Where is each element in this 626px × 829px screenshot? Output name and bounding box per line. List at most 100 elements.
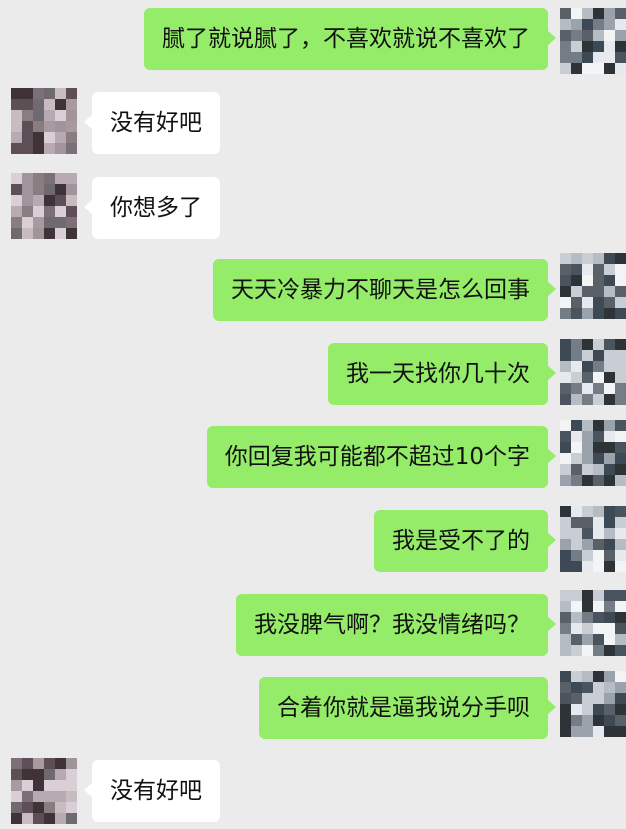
avatar-pixel xyxy=(11,802,22,813)
avatar-pixel xyxy=(560,361,571,372)
avatar-pixel xyxy=(593,350,604,361)
avatar-pixel xyxy=(571,275,582,286)
avatar-pixel xyxy=(615,420,626,431)
avatar-pixel xyxy=(571,453,582,464)
avatar-pixel xyxy=(604,308,615,319)
avatar-pixel xyxy=(33,121,44,132)
avatar-pixel xyxy=(571,297,582,308)
avatar-pixel xyxy=(571,682,582,693)
avatar-pixel xyxy=(593,623,604,634)
avatar-pixel xyxy=(615,550,626,561)
avatar-pixel xyxy=(55,173,66,184)
message-bubble-incoming[interactable]: 没有好吧 xyxy=(84,760,220,822)
message-bubble-incoming[interactable]: 没有好吧 xyxy=(84,92,220,154)
avatar-pixel xyxy=(604,253,615,264)
avatar-pixel xyxy=(66,813,77,824)
avatar-pixel xyxy=(604,442,615,453)
avatar-pixel xyxy=(33,143,44,154)
avatar-pixel xyxy=(22,802,33,813)
contact-avatar-icon[interactable] xyxy=(11,173,77,239)
avatar-pixel xyxy=(582,453,593,464)
avatar-pixel xyxy=(66,758,77,769)
message-bubble-outgoing[interactable]: 我是受不了的 xyxy=(374,510,556,572)
avatar-pixel xyxy=(615,590,626,601)
avatar-pixel xyxy=(604,464,615,475)
avatar-pixel xyxy=(582,601,593,612)
message-bubble-outgoing[interactable]: 我没脾气啊？我没情绪吗？ xyxy=(236,594,556,656)
avatar-pixel xyxy=(33,195,44,206)
my-avatar-icon[interactable] xyxy=(560,253,626,319)
avatar-pixel xyxy=(582,286,593,297)
message-bubble-incoming[interactable]: 你想多了 xyxy=(84,177,220,239)
avatar-pixel xyxy=(66,184,77,195)
avatar-pixel xyxy=(11,217,22,228)
avatar-pixel xyxy=(33,132,44,143)
avatar-pixel xyxy=(571,41,582,52)
avatar-pixel xyxy=(66,791,77,802)
avatar-pixel xyxy=(66,99,77,110)
avatar-pixel xyxy=(560,383,571,394)
avatar-pixel xyxy=(582,350,593,361)
my-avatar-icon[interactable] xyxy=(560,671,626,737)
avatar-pixel xyxy=(571,475,582,486)
avatar-pixel xyxy=(571,308,582,319)
avatar-pixel xyxy=(44,228,55,239)
avatar-pixel xyxy=(33,184,44,195)
avatar-pixel xyxy=(615,634,626,645)
avatar-pixel xyxy=(582,275,593,286)
contact-avatar-icon[interactable] xyxy=(11,758,77,824)
avatar-pixel xyxy=(11,99,22,110)
avatar-pixel xyxy=(571,671,582,682)
avatar-pixel xyxy=(44,758,55,769)
contact-avatar-icon[interactable] xyxy=(11,88,77,154)
message-bubble-outgoing[interactable]: 我一天找你几十次 xyxy=(328,343,556,405)
avatar-pixel xyxy=(604,372,615,383)
avatar-pixel xyxy=(33,791,44,802)
avatar-pixel xyxy=(560,264,571,275)
avatar-pixel xyxy=(22,791,33,802)
avatar-pixel xyxy=(571,704,582,715)
avatar-pixel xyxy=(604,645,615,656)
avatar-pixel xyxy=(11,110,22,121)
my-avatar-icon[interactable] xyxy=(560,8,626,74)
avatar-pixel xyxy=(593,383,604,394)
avatar-pixel xyxy=(582,464,593,475)
avatar-pixel xyxy=(615,63,626,74)
message-bubble-outgoing[interactable]: 腻了就说腻了，不喜欢就说不喜欢了 xyxy=(144,8,556,70)
avatar-pixel xyxy=(22,88,33,99)
avatar-pixel xyxy=(571,539,582,550)
avatar-pixel xyxy=(571,590,582,601)
avatar-pixel xyxy=(593,264,604,275)
avatar-pixel xyxy=(33,780,44,791)
avatar-pixel xyxy=(22,132,33,143)
avatar-pixel xyxy=(604,420,615,431)
avatar-pixel xyxy=(582,264,593,275)
avatar-pixel xyxy=(44,110,55,121)
avatar-pixel xyxy=(604,612,615,623)
avatar-pixel xyxy=(55,769,66,780)
avatar-pixel xyxy=(604,453,615,464)
avatar-pixel xyxy=(593,394,604,405)
avatar-pixel xyxy=(615,286,626,297)
avatar-pixel xyxy=(44,780,55,791)
message-bubble-outgoing[interactable]: 你回复我可能都不超过10个字 xyxy=(206,426,557,488)
avatar-pixel xyxy=(11,143,22,154)
avatar-pixel xyxy=(44,121,55,132)
avatar-pixel xyxy=(55,217,66,228)
my-avatar-icon[interactable] xyxy=(560,506,626,572)
avatar-pixel xyxy=(582,442,593,453)
my-avatar-icon[interactable] xyxy=(560,339,626,405)
message-bubble-outgoing[interactable]: 合着你就是逼我说分手呗 xyxy=(259,677,556,739)
message-bubble-outgoing[interactable]: 天天冷暴力不聊天是怎么回事 xyxy=(213,259,556,321)
my-avatar-icon[interactable] xyxy=(560,590,626,656)
avatar-pixel xyxy=(582,475,593,486)
avatar-pixel xyxy=(593,19,604,30)
avatar-pixel xyxy=(582,517,593,528)
avatar-pixel xyxy=(582,297,593,308)
my-avatar-icon[interactable] xyxy=(560,420,626,486)
avatar-pixel xyxy=(593,453,604,464)
avatar-pixel xyxy=(593,645,604,656)
avatar-pixel xyxy=(560,528,571,539)
avatar-pixel xyxy=(560,634,571,645)
avatar-pixel xyxy=(615,528,626,539)
